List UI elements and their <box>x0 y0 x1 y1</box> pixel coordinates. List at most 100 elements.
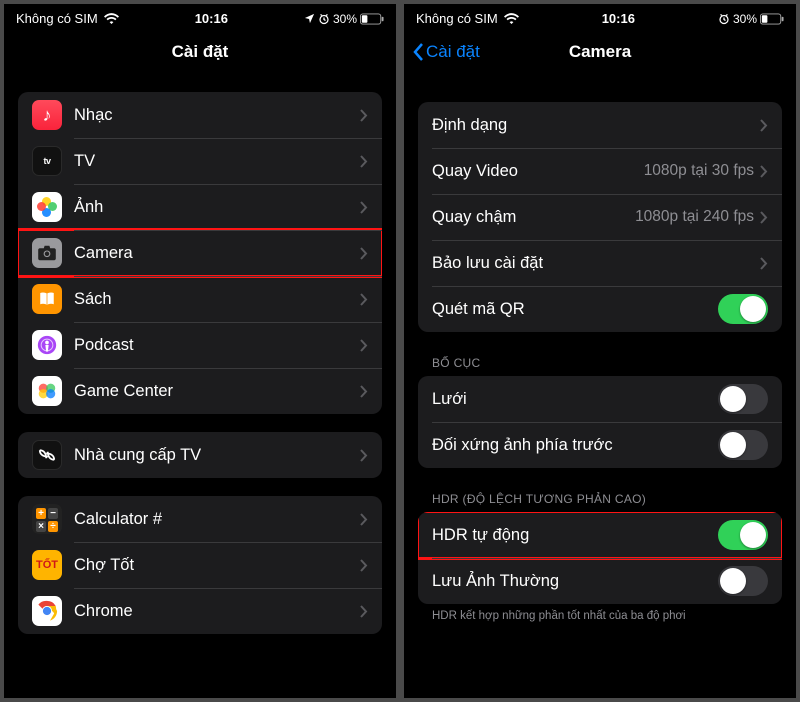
alarm-icon <box>318 13 330 25</box>
row-auto-hdr: HDR tự động <box>418 512 782 558</box>
status-bar: Không có SIM 10:16 30% <box>404 4 796 30</box>
chevron-right-icon <box>360 339 368 352</box>
row-label: Định dạng <box>432 116 760 135</box>
row-label: Chợ Tốt <box>74 556 360 575</box>
row-tv-provider[interactable]: Nhà cung cấp TV <box>18 432 382 478</box>
camera-scroll[interactable]: Định dạng Quay Video 1080p tại 30 fps Qu… <box>404 74 796 698</box>
row-label: Nhà cung cấp TV <box>74 446 360 465</box>
row-label: Sách <box>74 290 360 309</box>
settings-scroll[interactable]: ♪ Nhạc tv TV Ảnh <box>4 74 396 698</box>
row-label: Game Center <box>74 382 360 401</box>
chevron-right-icon <box>360 155 368 168</box>
music-icon: ♪ <box>32 100 62 130</box>
battery-icon <box>760 13 784 25</box>
location-icon <box>304 13 315 24</box>
toggle-auto-hdr[interactable] <box>718 520 768 550</box>
row-label: Quay Video <box>432 162 644 181</box>
books-icon <box>32 284 62 314</box>
row-podcast[interactable]: Podcast <box>18 322 382 368</box>
toggle-scan-qr[interactable] <box>718 294 768 324</box>
toggle-grid[interactable] <box>718 384 768 414</box>
row-label: TV <box>74 152 360 171</box>
row-grid: Lưới <box>418 376 782 422</box>
settings-group-tv-provider: Nhà cung cấp TV <box>18 432 382 478</box>
row-record-video[interactable]: Quay Video 1080p tại 30 fps <box>418 148 782 194</box>
tv-icon: tv <box>32 146 62 176</box>
status-time: 10:16 <box>519 11 718 26</box>
row-label: Quay chậm <box>432 208 635 227</box>
row-label: Đối xứng ảnh phía trước <box>432 436 718 455</box>
hdr-footer-text: HDR kết hợp những phần tốt nhất của ba đ… <box>418 604 782 622</box>
row-label: Camera <box>74 244 360 263</box>
row-value: 1080p tại 30 fps <box>644 162 754 180</box>
row-keep-normal-photo: Lưu Ảnh Thường <box>418 558 782 604</box>
status-left: Không có SIM <box>16 11 119 26</box>
section-header-composition: BỐ CỤC <box>418 332 782 376</box>
back-button[interactable]: Cài đặt <box>404 42 480 62</box>
status-right: 30% <box>304 12 384 26</box>
row-music[interactable]: ♪ Nhạc <box>18 92 382 138</box>
row-books[interactable]: Sách <box>18 276 382 322</box>
phone-left-settings: Không có SIM 10:16 30% Cài đặt <box>4 4 396 698</box>
chevron-right-icon <box>760 211 768 224</box>
row-game-center[interactable]: Game Center <box>18 368 382 414</box>
row-mirror-front: Đối xứng ảnh phía trước <box>418 422 782 468</box>
row-preserve-settings[interactable]: Bảo lưu cài đặt <box>418 240 782 286</box>
row-slomo[interactable]: Quay chậm 1080p tại 240 fps <box>418 194 782 240</box>
row-label: Podcast <box>74 336 360 355</box>
tv-provider-icon <box>32 440 62 470</box>
toggle-keep-normal-photo[interactable] <box>718 566 768 596</box>
row-scan-qr: Quét mã QR <box>418 286 782 332</box>
row-label: Ảnh <box>74 198 360 217</box>
photos-icon <box>32 192 62 222</box>
chevron-right-icon <box>360 109 368 122</box>
nav-header: Cài đặt Camera <box>404 30 796 74</box>
chotot-icon: TỐT <box>32 550 62 580</box>
wifi-icon <box>504 13 519 25</box>
battery-percent: 30% <box>733 12 757 26</box>
row-label: Chrome <box>74 602 360 621</box>
status-left: Không có SIM <box>416 11 519 26</box>
row-chotot[interactable]: TỐT Chợ Tốt <box>18 542 382 588</box>
camera-group-hdr: HDR tự động Lưu Ảnh Thường <box>418 512 782 604</box>
podcast-icon <box>32 330 62 360</box>
chevron-right-icon <box>360 385 368 398</box>
wifi-icon <box>104 13 119 25</box>
phone-right-camera: Không có SIM 10:16 30% Cài đặt <box>404 4 796 698</box>
row-tv[interactable]: tv TV <box>18 138 382 184</box>
calculator-icon: +−×÷ <box>32 504 62 534</box>
toggle-mirror-front[interactable] <box>718 430 768 460</box>
row-label: Nhạc <box>74 106 360 125</box>
chevron-left-icon <box>412 42 424 62</box>
screenshot-pair: Không có SIM 10:16 30% Cài đặt <box>0 0 800 702</box>
chevron-right-icon <box>760 257 768 270</box>
row-photos[interactable]: Ảnh <box>18 184 382 230</box>
row-calculator[interactable]: +−×÷ Calculator # <box>18 496 382 542</box>
chevron-right-icon <box>360 449 368 462</box>
status-time: 10:16 <box>119 11 304 26</box>
row-label: Calculator # <box>74 510 360 529</box>
row-label: Lưới <box>432 390 718 409</box>
status-bar: Không có SIM 10:16 30% <box>4 4 396 30</box>
chevron-right-icon <box>360 559 368 572</box>
settings-group-third-party: +−×÷ Calculator # TỐT Chợ Tốt Chrome <box>18 496 382 634</box>
row-camera[interactable]: Camera <box>18 230 382 276</box>
chevron-right-icon <box>760 119 768 132</box>
game-center-icon <box>32 376 62 406</box>
carrier-text: Không có SIM <box>416 11 498 26</box>
row-label: Lưu Ảnh Thường <box>432 572 718 591</box>
camera-group-composition: Lưới Đối xứng ảnh phía trước <box>418 376 782 468</box>
row-chrome[interactable]: Chrome <box>18 588 382 634</box>
row-format[interactable]: Định dạng <box>418 102 782 148</box>
chevron-right-icon <box>360 513 368 526</box>
chevron-right-icon <box>360 201 368 214</box>
row-label: Quét mã QR <box>432 300 718 319</box>
status-right: 30% <box>718 12 784 26</box>
row-value: 1080p tại 240 fps <box>635 208 754 226</box>
page-title: Cài đặt <box>4 42 396 62</box>
settings-group-media: ♪ Nhạc tv TV Ảnh <box>18 92 382 414</box>
camera-icon <box>32 238 62 268</box>
row-label: HDR tự động <box>432 526 718 545</box>
chevron-right-icon <box>760 165 768 178</box>
battery-icon <box>360 13 384 25</box>
